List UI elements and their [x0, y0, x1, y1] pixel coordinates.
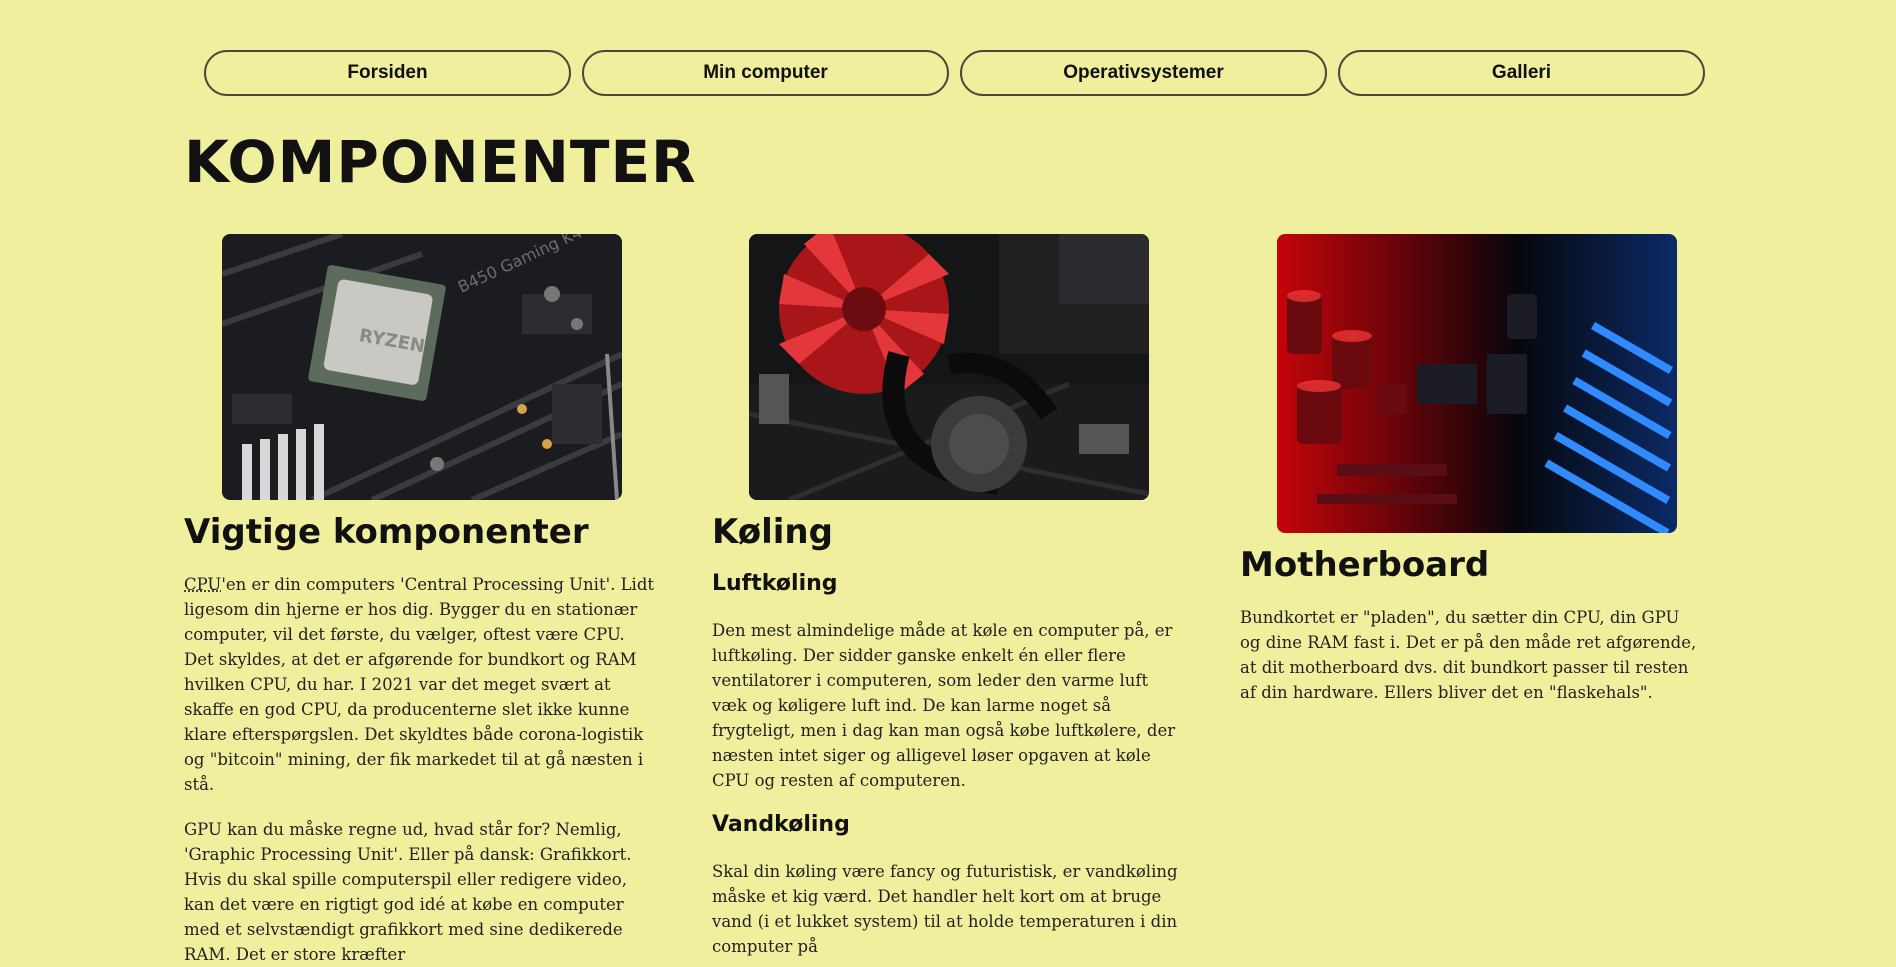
water-cooling-subheading: Vandkøling	[712, 812, 850, 837]
nav-min-computer-button[interactable]: Min computer	[582, 50, 949, 96]
air-cooling-subheading: Luftkøling	[712, 571, 838, 596]
air-cooling-paragraph: Den mest almindelige måde at køle en com…	[712, 621, 1176, 790]
nav-forsiden-button[interactable]: Forsiden	[204, 50, 571, 96]
main-nav: Forsiden Min computer Operativsystemer G…	[204, 50, 1705, 96]
cooling-heading: Køling	[712, 512, 833, 552]
nav-galleri-button[interactable]: Galleri	[1338, 50, 1705, 96]
page-title: KOMPONENTER	[184, 128, 697, 196]
motherboard-image	[1277, 234, 1677, 533]
motherboard-paragraph: Bundkortet er "pladen", du sætter din CP…	[1240, 608, 1697, 702]
motherboard-heading: Motherboard	[1240, 545, 1490, 585]
cpu-paragraph: CPU'en er din computers 'Central Process…	[184, 572, 659, 797]
gpu-paragraph: GPU kan du måske regne ud, hvad står for…	[184, 820, 632, 964]
motherboard-section: Motherboard Bundkortet er "pladen", du s…	[1240, 234, 1710, 705]
cpu-abbr: CPU	[184, 575, 222, 594]
cpu-cooler-image	[749, 234, 1149, 500]
cpu-paragraph-text: 'en er din computers 'Central Processing…	[184, 575, 655, 794]
nav-operativsystemer-button[interactable]: Operativsystemer	[960, 50, 1327, 96]
cooling-section: Køling Luftkøling Den mest almindelige m…	[712, 234, 1182, 959]
cpu-motherboard-image: RYZEN B450 Gaming K4	[222, 234, 622, 500]
cpu-heading: Vigtige komponenter	[184, 512, 589, 552]
water-cooling-paragraph: Skal din køling være fancy og futuristis…	[712, 862, 1178, 956]
cpu-section: RYZEN B450 Gaming K4 Vigtige komponenter…	[184, 234, 654, 967]
